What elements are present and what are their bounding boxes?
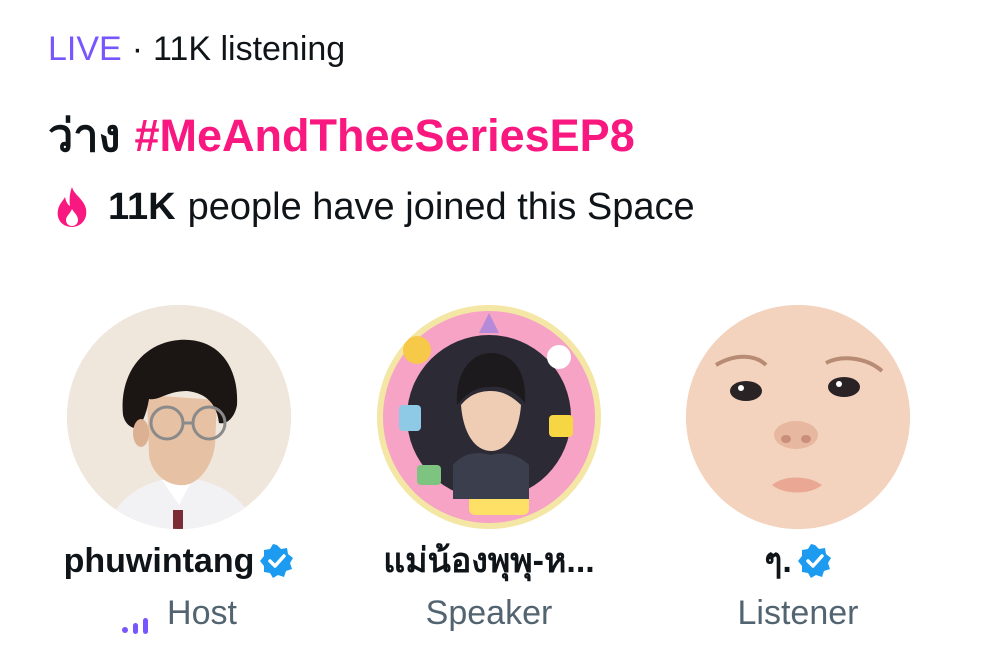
- space-status-line: LIVE · 11K listening: [48, 28, 345, 70]
- verified-badge-icon: [260, 544, 294, 578]
- verified-badge-icon: [797, 544, 832, 578]
- participant-role: Listener: [737, 594, 859, 632]
- avatar[interactable]: [686, 305, 910, 529]
- participant-role: Host: [167, 594, 237, 632]
- separator-dot: ·: [131, 30, 144, 68]
- space-title-prefix: ว่าง: [48, 110, 121, 161]
- joined-summary: 11K people have joined this Space: [52, 182, 695, 232]
- participant-listener[interactable]: ๆ. Listener: [648, 305, 948, 635]
- avatar[interactable]: [377, 305, 601, 529]
- participant-name[interactable]: แม่น้องพุพุ-ห...: [383, 539, 595, 583]
- space-title: ว่าง #MeAndTheeSeriesEP8: [48, 108, 635, 164]
- fire-icon: [52, 185, 92, 229]
- hashtag-link[interactable]: #MeAndTheeSeriesEP8: [135, 110, 635, 161]
- participant-host[interactable]: phuwintang Host: [29, 305, 329, 635]
- joined-text: people have joined this Space: [187, 186, 695, 228]
- avatar[interactable]: [67, 305, 291, 529]
- participant-role: Speaker: [425, 594, 553, 632]
- participant-speaker[interactable]: แม่น้องพุพุ-ห... Speaker: [339, 305, 639, 635]
- joined-count: 11K: [108, 186, 176, 228]
- participant-name[interactable]: phuwintang: [64, 539, 255, 583]
- participant-name[interactable]: ๆ.: [764, 539, 792, 583]
- audio-bars-icon: [121, 603, 157, 634]
- live-label: LIVE: [48, 30, 122, 68]
- listening-count: 11K listening: [153, 30, 346, 68]
